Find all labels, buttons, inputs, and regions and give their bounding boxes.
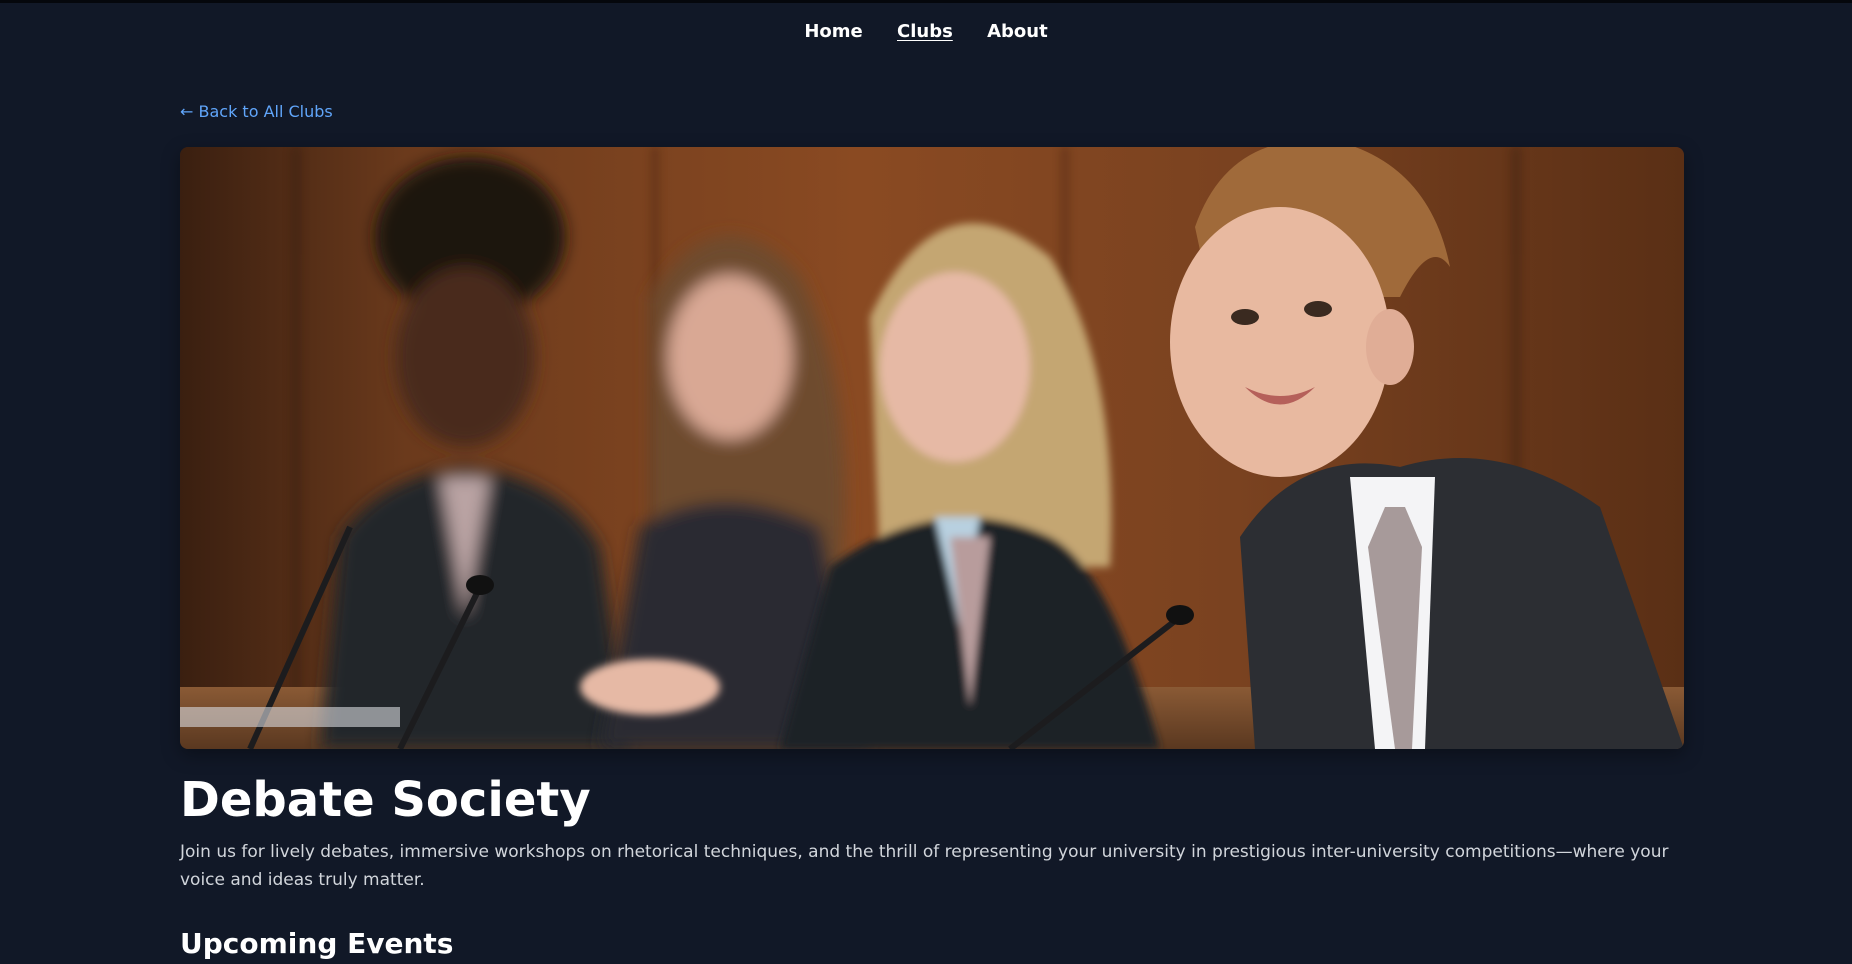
club-title: Debate Society — [180, 772, 591, 828]
nav-about[interactable]: About — [987, 21, 1048, 42]
hero-image — [180, 147, 1684, 749]
club-description: Join us for lively debates, immersive wo… — [180, 842, 1669, 890]
debate-students-photo — [180, 147, 1684, 749]
top-border — [0, 0, 1852, 3]
nav-clubs[interactable]: Clubs — [897, 21, 953, 42]
upcoming-events-heading: Upcoming Events — [180, 927, 454, 960]
back-to-clubs-link[interactable]: ← Back to All Clubs — [180, 102, 333, 121]
main-nav: Home Clubs About — [0, 21, 1852, 42]
nav-home[interactable]: Home — [804, 21, 862, 42]
